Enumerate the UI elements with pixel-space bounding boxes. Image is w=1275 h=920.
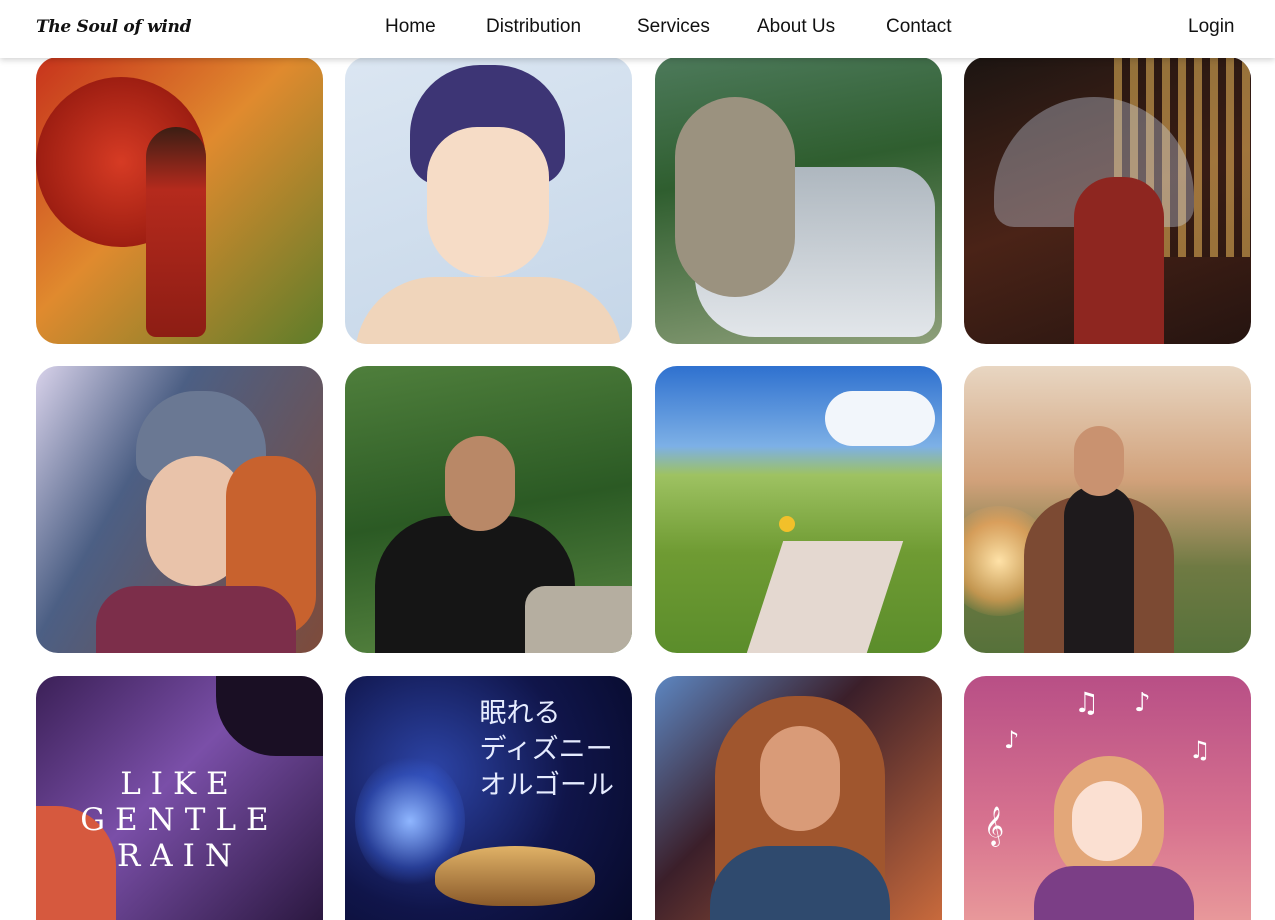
album-tile-music-notes-girl[interactable]: ♫ ♪ ♪ ♫ 𝄞 xyxy=(964,676,1251,920)
treble-clef-icon: 𝄞 xyxy=(984,806,1005,846)
sunflower-shape xyxy=(779,516,795,532)
album-tile-flute-player[interactable] xyxy=(345,366,632,653)
cloud-shape xyxy=(825,391,935,446)
hoodie-shape xyxy=(1064,486,1134,653)
face-shape xyxy=(760,726,840,831)
lamp-shape xyxy=(435,846,595,906)
nav-distribution[interactable]: Distribution xyxy=(486,16,581,38)
hair-shape xyxy=(675,97,795,297)
cover-title-line: オルゴール xyxy=(479,770,614,801)
album-grid: LIKE GENTLE RAIN 眠れる ディズニー オルゴール ♫ ♪ ♪ ♫… xyxy=(0,0,1275,920)
scarf-shape xyxy=(1034,866,1194,920)
scarf-shape xyxy=(96,586,296,653)
album-tile-woman-lights[interactable] xyxy=(655,676,942,920)
dress-shape xyxy=(710,846,890,920)
album-tile-disney-music-box[interactable]: 眠れる ディズニー オルゴール xyxy=(345,676,632,920)
cover-title-line: LIKE xyxy=(120,766,239,802)
album-tile-man-sunset[interactable] xyxy=(964,366,1251,653)
roof-shape xyxy=(525,586,632,653)
cover-title-line: 眠れる xyxy=(479,698,561,729)
album-tile-sleeping-girl[interactable] xyxy=(655,57,942,344)
album-tile-green-fields[interactable] xyxy=(655,366,942,653)
cover-title: 眠れる ディズニー オルゴール xyxy=(480,696,614,804)
album-tile-red-umbrella[interactable] xyxy=(36,57,323,344)
music-note-icon: ♪ xyxy=(1134,688,1151,718)
black-swirl-shape xyxy=(216,676,323,756)
cover-title-line: RAIN xyxy=(116,838,243,874)
music-note-icon: ♫ xyxy=(1074,686,1100,719)
face-shape xyxy=(1072,781,1142,861)
nav-about-us[interactable]: About Us xyxy=(757,16,835,38)
shirt-shape xyxy=(355,277,622,344)
figure-shape xyxy=(146,127,206,337)
music-note-icon: ♪ xyxy=(1004,726,1020,754)
cover-title-line: ディズニー xyxy=(479,734,613,765)
cover-title: LIKE GENTLE RAIN xyxy=(36,766,323,874)
album-tile-city-umbrella[interactable] xyxy=(964,57,1251,344)
head-shape xyxy=(1074,426,1124,496)
head-shape xyxy=(445,436,515,531)
nav-home[interactable]: Home xyxy=(385,16,436,38)
album-tile-smiling-boy[interactable] xyxy=(345,57,632,344)
figure-shape xyxy=(1074,177,1164,344)
face-shape xyxy=(427,127,549,277)
path-shape xyxy=(746,541,904,653)
album-tile-like-gentle-rain[interactable]: LIKE GENTLE RAIN xyxy=(36,676,323,920)
music-note-icon: ♫ xyxy=(1189,736,1211,764)
nav-contact[interactable]: Contact xyxy=(886,16,951,38)
login-link[interactable]: Login xyxy=(1188,16,1235,38)
album-tile-headphone-girl[interactable] xyxy=(36,366,323,653)
cover-title-line: GENTLE xyxy=(80,802,279,838)
site-header: The Soul of wind Home Distribution Servi… xyxy=(0,0,1275,58)
site-logo[interactable]: The Soul of wind xyxy=(36,17,192,37)
nav-services[interactable]: Services xyxy=(637,16,710,38)
